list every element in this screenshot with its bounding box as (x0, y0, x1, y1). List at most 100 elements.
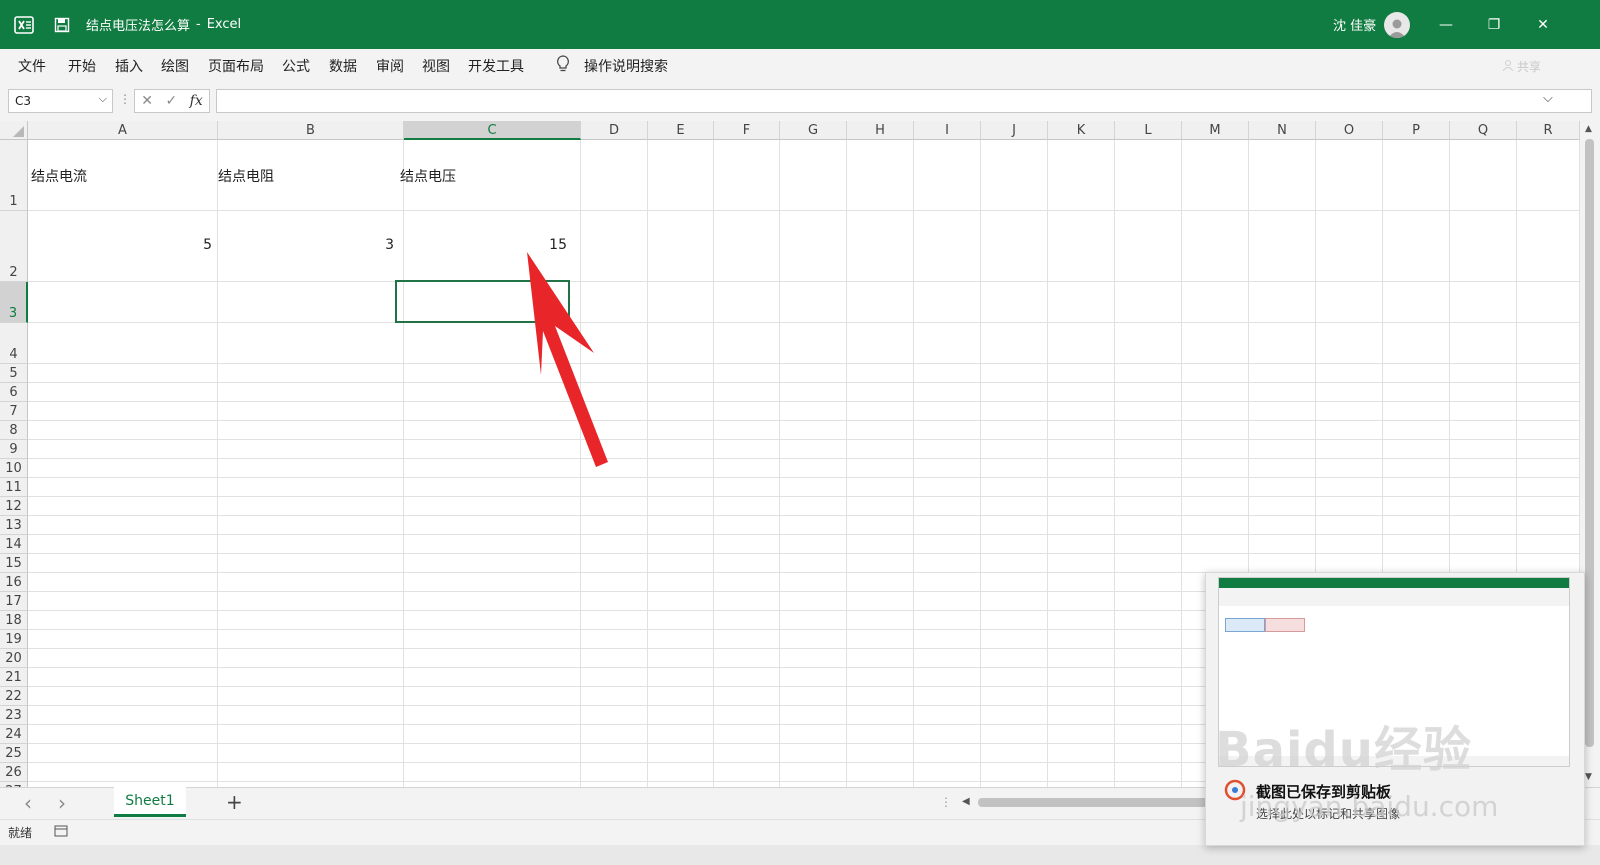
row-header-25[interactable]: 25 (0, 744, 28, 763)
column-header-i[interactable]: I (914, 121, 981, 140)
formula-input[interactable] (216, 89, 1592, 113)
row-header-12[interactable]: 12 (0, 497, 28, 516)
row-gridline (28, 363, 1580, 364)
column-header-e[interactable]: E (648, 121, 714, 140)
row-header-5[interactable]: 5 (0, 364, 28, 383)
scroll-down-icon[interactable]: ▼ (1585, 772, 1592, 782)
user-avatar[interactable] (1384, 0, 1410, 49)
row-header-11[interactable]: 11 (0, 478, 28, 497)
row-header-18[interactable]: 18 (0, 611, 28, 630)
tab-view[interactable]: 视图 (422, 49, 450, 83)
row-header-8[interactable]: 8 (0, 421, 28, 440)
row-header-14[interactable]: 14 (0, 535, 28, 554)
cell-b2[interactable]: 3 (300, 237, 394, 253)
row-header-24[interactable]: 24 (0, 725, 28, 744)
tab-formulas[interactable]: 公式 (282, 49, 310, 83)
row-header-26[interactable]: 26 (0, 763, 28, 782)
sheet-tab-sheet1[interactable]: Sheet1 (114, 787, 186, 817)
next-sheet-icon[interactable]: › (58, 791, 66, 815)
row-header-15[interactable]: 15 (0, 554, 28, 573)
document-title: 结点电压法怎么算 (86, 19, 191, 34)
row-header-21[interactable]: 21 (0, 668, 28, 687)
column-header-m[interactable]: M (1182, 121, 1249, 140)
column-header-j[interactable]: J (981, 121, 1048, 140)
tab-page-layout[interactable]: 页面布局 (208, 49, 264, 83)
row-header-7[interactable]: 7 (0, 402, 28, 421)
expand-formula-chevron-icon[interactable]: ⌵ (1543, 91, 1553, 106)
row-gridline (28, 496, 1580, 497)
name-box[interactable]: C3 ⌵ (8, 89, 113, 113)
user-name[interactable]: 沈 佳豪 (1333, 0, 1376, 49)
column-header-g[interactable]: G (780, 121, 847, 140)
tab-data[interactable]: 数据 (329, 49, 357, 83)
column-header-l[interactable]: L (1115, 121, 1182, 140)
horizontal-scroll-thumb[interactable] (978, 798, 1208, 807)
check-icon[interactable]: ✓ (165, 93, 177, 109)
column-header-b[interactable]: B (218, 121, 404, 140)
excel-logo-icon[interactable] (14, 0, 34, 49)
column-header-h[interactable]: H (847, 121, 914, 140)
formula-bar-grip-icon: ⋮ (119, 92, 131, 106)
column-header-o[interactable]: O (1316, 121, 1383, 140)
column-header-k[interactable]: K (1048, 121, 1115, 140)
row-header-4[interactable]: 4 (0, 323, 28, 364)
scroll-left-icon[interactable]: ◀ (962, 796, 970, 807)
insert-function-button[interactable]: fx (190, 93, 203, 109)
row-header-1[interactable]: 1 (0, 140, 28, 211)
row-header-20[interactable]: 20 (0, 649, 28, 668)
tab-draw[interactable]: 绘图 (161, 49, 189, 83)
row-header-2[interactable]: 2 (0, 211, 28, 282)
prev-sheet-icon[interactable]: ‹ (24, 791, 32, 815)
tell-me-search[interactable]: 操作说明搜索 (556, 49, 668, 83)
tab-developer[interactable]: 开发工具 (468, 49, 524, 83)
tab-review[interactable]: 审阅 (376, 49, 404, 83)
column-header-c[interactable]: C (404, 121, 581, 140)
column-header-q[interactable]: Q (1450, 121, 1517, 140)
tab-home[interactable]: 开始 (68, 49, 96, 83)
cancel-icon[interactable]: ✕ (141, 93, 153, 109)
close-button[interactable]: ✕ (1519, 0, 1567, 49)
formula-actions: ✕ ✓ fx (134, 89, 210, 113)
row-header-10[interactable]: 10 (0, 459, 28, 478)
chevron-down-icon[interactable]: ⌵ (99, 92, 107, 106)
row-gridline (28, 401, 1580, 402)
minimize-button[interactable]: — (1422, 0, 1470, 49)
accessibility-icon[interactable] (54, 824, 68, 842)
select-all-corner[interactable] (0, 121, 28, 140)
row-header-13[interactable]: 13 (0, 516, 28, 535)
cell-c2[interactable]: 15 (470, 237, 567, 253)
column-header-r[interactable]: R (1517, 121, 1580, 140)
cell-a2[interactable]: 5 (120, 237, 212, 253)
cell-b1[interactable]: 结点电阻 (218, 166, 274, 186)
add-sheet-button[interactable]: + (226, 790, 243, 814)
column-gridline (403, 140, 404, 787)
tab-insert[interactable]: 插入 (115, 49, 143, 83)
tab-file[interactable]: 文件 (18, 49, 46, 83)
column-header-n[interactable]: N (1249, 121, 1316, 140)
cell-a1[interactable]: 结点电流 (31, 166, 87, 186)
row-header-3[interactable]: 3 (0, 282, 28, 323)
row-header-23[interactable]: 23 (0, 706, 28, 725)
row-header-16[interactable]: 16 (0, 573, 28, 592)
cell-c1[interactable]: 结点电压 (400, 166, 456, 186)
column-header-f[interactable]: F (714, 121, 780, 140)
row-header-17[interactable]: 17 (0, 592, 28, 611)
restore-button[interactable]: ❐ (1470, 0, 1518, 49)
formula-bar: C3 ⌵ ⋮ ✕ ✓ fx ⌵ (0, 83, 1600, 121)
active-cell-c3[interactable] (395, 280, 570, 323)
taskbar-strip (0, 845, 1600, 865)
column-header-d[interactable]: D (581, 121, 648, 140)
column-header-p[interactable]: P (1383, 121, 1450, 140)
row-header-6[interactable]: 6 (0, 383, 28, 402)
column-gridline (913, 140, 914, 787)
save-icon[interactable] (54, 0, 70, 49)
column-header-a[interactable]: A (28, 121, 218, 140)
tab-split-grip-icon[interactable]: ⋮ (940, 795, 952, 809)
scroll-up-icon[interactable]: ▲ (1585, 124, 1592, 134)
share-button[interactable]: 共享 (1502, 49, 1541, 83)
vertical-scroll-thumb[interactable] (1585, 139, 1594, 747)
row-header-9[interactable]: 9 (0, 440, 28, 459)
row-header-22[interactable]: 22 (0, 687, 28, 706)
row-header-19[interactable]: 19 (0, 630, 28, 649)
row-gridline (28, 382, 1580, 383)
